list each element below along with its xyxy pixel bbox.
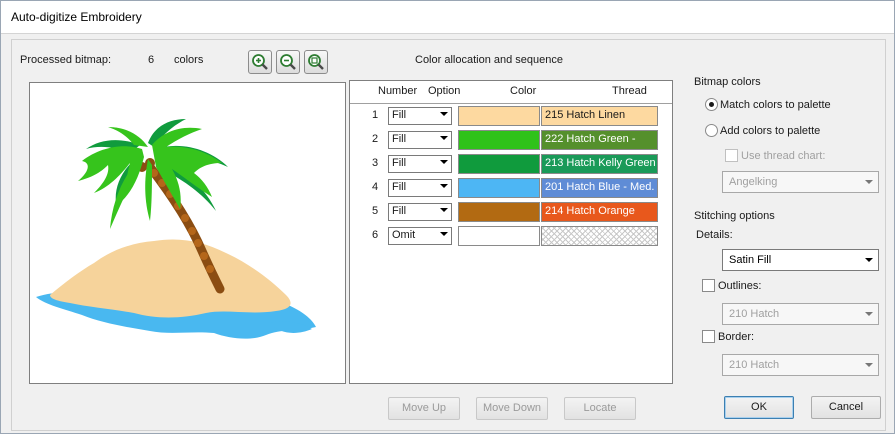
option-value: Fill	[392, 157, 407, 169]
bitmap-colors-title: Bitmap colors	[694, 76, 761, 88]
row-number: 6	[372, 229, 379, 241]
border-checkbox[interactable]	[702, 330, 715, 343]
colors-label: colors	[174, 54, 204, 66]
outlines-value: 210 Hatch	[729, 308, 780, 320]
col-color: Color	[510, 85, 537, 97]
row-number: 5	[372, 205, 379, 217]
border-value: 210 Hatch	[729, 359, 780, 371]
table-header: Number Option Color Thread	[350, 81, 672, 104]
chevron-down-icon	[440, 232, 448, 236]
thread-chart-value: Angelking	[729, 176, 778, 188]
row-number: 2	[372, 133, 379, 145]
details-select[interactable]: Satin Fill	[722, 249, 879, 271]
thread-name: 215 Hatch Linen	[545, 109, 626, 121]
table-row: 2 Fill 222 Hatch Green -	[352, 129, 670, 151]
chevron-down-icon	[865, 312, 873, 316]
add-colors-radio[interactable]	[705, 124, 718, 137]
color-swatch[interactable]	[458, 178, 540, 198]
table-row: 5 Fill 214 Hatch Orange	[352, 201, 670, 223]
bitmap-preview	[29, 82, 346, 384]
option-value: Fill	[392, 205, 407, 217]
outlines-select[interactable]: 210 Hatch	[722, 303, 879, 325]
chevron-down-icon	[865, 258, 873, 262]
option-select[interactable]: Fill	[388, 155, 452, 173]
add-colors-label: Add colors to palette	[720, 125, 821, 137]
option-value: Fill	[392, 109, 407, 121]
use-thread-chart-label: Use thread chart:	[741, 150, 826, 162]
match-colors-label: Match colors to palette	[720, 99, 831, 111]
thread-name: 201 Hatch Blue - Med.	[545, 181, 655, 193]
color-swatch[interactable]	[458, 130, 540, 150]
option-select[interactable]: Fill	[388, 107, 452, 125]
color-swatch[interactable]	[458, 202, 540, 222]
option-select[interactable]: Fill	[388, 179, 452, 197]
dialog-content: Processed bitmap: 6 colors Color allocat…	[11, 39, 886, 431]
thread-cell[interactable]: 222 Hatch Green -	[541, 130, 658, 150]
thread-cell[interactable]: 213 Hatch Kelly Green	[541, 154, 658, 174]
thread-chart-select[interactable]: Angelking	[722, 171, 879, 193]
thread-cell[interactable]: 201 Hatch Blue - Med.	[541, 178, 658, 198]
border-label: Border:	[718, 331, 755, 343]
table-row: 6 Omit	[352, 225, 670, 247]
details-value: Satin Fill	[729, 254, 772, 266]
col-option: Option	[428, 85, 461, 97]
chevron-down-icon	[440, 184, 448, 188]
chevron-down-icon	[865, 363, 873, 367]
details-label: Details:	[696, 229, 733, 241]
row-number: 4	[372, 181, 379, 193]
option-select[interactable]: Fill	[388, 131, 452, 149]
thread-cell[interactable]: 214 Hatch Orange	[541, 202, 658, 222]
move-up-button[interactable]: Move Up	[388, 397, 460, 420]
color-swatch[interactable]	[458, 106, 540, 126]
outlines-label: Outlines:	[718, 280, 762, 292]
use-thread-chart-checkbox[interactable]	[725, 149, 738, 162]
title-bar: Auto-digitize Embroidery	[1, 1, 894, 34]
thread-cell[interactable]: 215 Hatch Linen	[541, 106, 658, 126]
locate-button[interactable]: Locate	[564, 397, 636, 420]
window-title: Auto-digitize Embroidery	[11, 10, 142, 24]
color-swatch[interactable]	[458, 226, 540, 246]
option-value: Fill	[392, 181, 407, 193]
cancel-button[interactable]: Cancel	[811, 396, 881, 419]
ok-button[interactable]: OK	[724, 396, 794, 419]
col-number: Number	[378, 85, 418, 97]
thread-name: 214 Hatch Orange	[545, 205, 635, 217]
zoom-out-icon	[280, 54, 296, 70]
row-number: 3	[372, 157, 379, 169]
row-number: 1	[372, 109, 379, 121]
zoom-out-button[interactable]	[276, 50, 300, 74]
table-row: 1 Fill 215 Hatch Linen	[352, 105, 670, 127]
option-value: Fill	[392, 133, 407, 145]
outlines-checkbox[interactable]	[702, 279, 715, 292]
color-allocation-table: Number Option Color Thread 1 Fill 215 Hatc…	[349, 80, 673, 384]
option-value: Omit	[392, 229, 416, 241]
zoom-in-button[interactable]	[248, 50, 272, 74]
thread-name: 213 Hatch Kelly Green	[545, 157, 656, 169]
chevron-down-icon	[440, 208, 448, 212]
allocation-title: Color allocation and sequence	[415, 54, 563, 66]
option-select[interactable]: Fill	[388, 203, 452, 221]
color-count: 6	[148, 54, 155, 66]
zoom-fit-button[interactable]	[304, 50, 328, 74]
chevron-down-icon	[440, 136, 448, 140]
chevron-down-icon	[440, 112, 448, 116]
processed-bitmap-label: Processed bitmap:	[20, 54, 112, 66]
dialog-window: Auto-digitize Embroidery Processed bitma…	[0, 0, 895, 434]
thread-cell[interactable]	[541, 226, 658, 246]
color-swatch[interactable]	[458, 154, 540, 174]
chevron-down-icon	[440, 160, 448, 164]
chevron-down-icon	[865, 180, 873, 184]
table-row: 4 Fill 201 Hatch Blue - Med.	[352, 177, 670, 199]
move-down-button[interactable]: Move Down	[476, 397, 548, 420]
stitching-options-title: Stitching options	[694, 210, 775, 222]
zoom-fit-icon	[308, 54, 324, 70]
match-colors-radio[interactable]	[705, 98, 718, 111]
zoom-in-icon	[252, 54, 268, 70]
border-select[interactable]: 210 Hatch	[722, 354, 879, 376]
thread-name: 222 Hatch Green -	[545, 133, 636, 145]
option-select[interactable]: Omit	[388, 227, 452, 245]
col-thread: Thread	[612, 85, 647, 97]
palm-island-image	[36, 119, 316, 339]
table-row: 3 Fill 213 Hatch Kelly Green	[352, 153, 670, 175]
